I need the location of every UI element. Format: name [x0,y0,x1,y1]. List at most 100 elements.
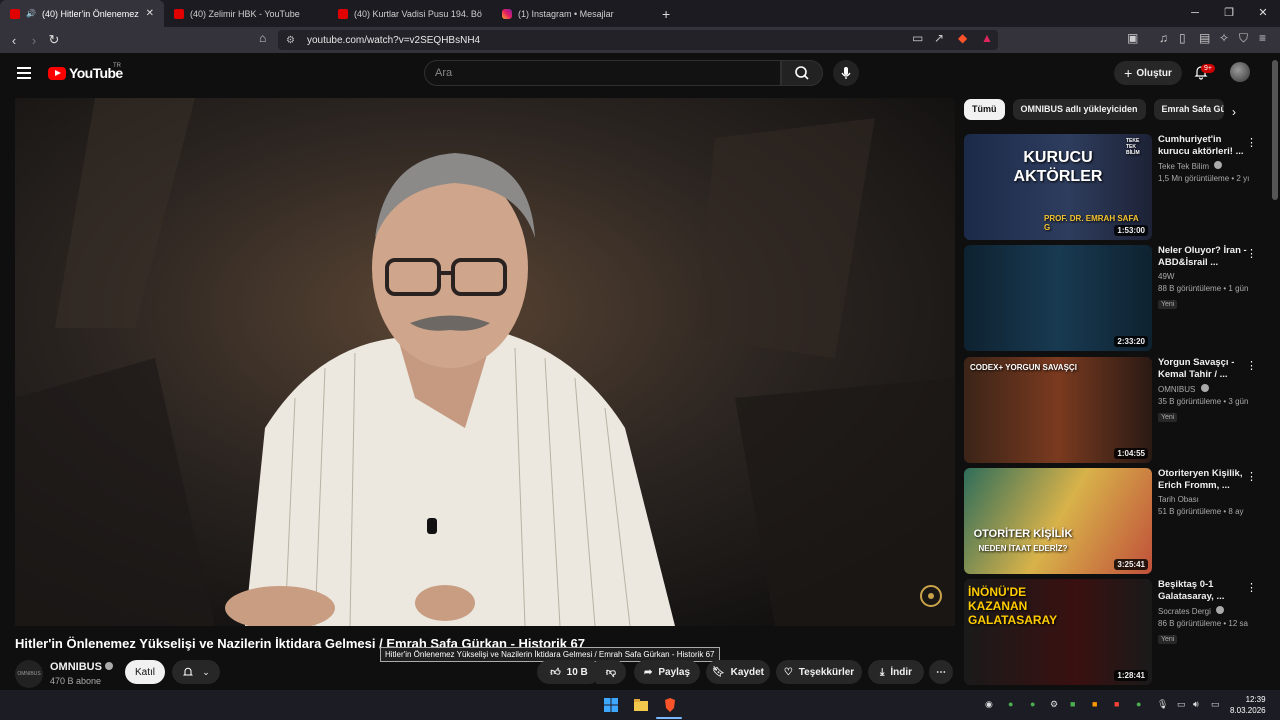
recommendation-item[interactable]: KURUCU AKTÖRLER PROF. DR. EMRAH SAFA G T… [964,134,1260,240]
forward-icon[interactable]: › [24,33,44,48]
thumbs-down-icon: 👎︎ [605,667,617,678]
new-badge: Yeni [1158,300,1178,309]
recommendation-meta: 51 B görüntüleme • 8 ay [1158,507,1244,516]
speaker-icon[interactable]: 🔊 [26,9,36,18]
youtube-logo[interactable]: YouTube TR [48,63,123,81]
download-button[interactable]: ⤓ İndir [868,660,924,684]
leo-ai-icon[interactable]: ✧ [1219,31,1229,45]
chip-related[interactable]: Emrah Safa Gür [1153,99,1224,120]
new-tab-button[interactable]: + [662,6,670,22]
volume-icon[interactable]: 🔊︎ [1193,699,1199,710]
file-explorer-icon[interactable] [633,697,649,713]
close-tab-icon[interactable]: ✕ [146,8,154,19]
site-info-icon[interactable]: ⚙ [286,35,295,46]
bookmark-icon[interactable]: ⌂ [259,31,266,45]
minimize-icon[interactable]: ─ [1178,0,1212,27]
youtube-play-icon [48,66,66,80]
share-icon[interactable]: ↗ [934,31,944,45]
account-avatar[interactable] [1230,62,1250,82]
tray-app-icon[interactable]: ⚙ [1050,699,1058,710]
vpn-icon[interactable]: ⛉ [1239,31,1248,46]
brave-rewards-icon[interactable]: ▲ [981,31,993,45]
browser-tab-4[interactable]: (1) Instagram • Mesajlar [492,0,656,27]
channel-name[interactable]: OMNIBUS [50,661,113,673]
tray-app-icon[interactable]: ● [1030,699,1035,709]
more-vertical-icon[interactable]: ⋮ [1246,470,1257,483]
sidebar-icon[interactable]: ▯ [1179,31,1186,45]
recommendation-channel-name: Teke Tek Bilim [1158,162,1209,171]
thumbnail-subtitle: NEDEN İTAAT EDERİZ? [978,544,1068,553]
chip-all[interactable]: Tümü [964,99,1005,120]
video-thumbnail[interactable]: 2:33:20 [964,245,1152,351]
address-bar[interactable]: ⚙ youtube.com/watch?v=v2SEQHBsNH4 [278,30,998,50]
recommendation-item[interactable]: İNÖNÜ'DE KAZANAN GALATASARAY 1:28:41 Beş… [964,579,1260,685]
more-vertical-icon[interactable]: ⋮ [1246,581,1257,594]
menu-icon[interactable]: ≡ [1259,31,1266,45]
screenshot-icon[interactable]: ▣ [1127,31,1138,45]
page-scrollbar[interactable] [1272,60,1278,200]
more-vertical-icon[interactable]: ⋮ [1246,359,1257,372]
reload-icon[interactable]: ↻ [44,32,64,48]
windows-start-icon[interactable] [603,697,619,713]
tray-app-icon[interactable]: ■ [1092,699,1097,709]
brave-browser-icon[interactable] [662,697,678,713]
video-thumbnail[interactable]: KURUCU AKTÖRLER PROF. DR. EMRAH SAFA G T… [964,134,1152,240]
recommendation-title: Otoriteryen Kişilik, Erich Fromm, ... [1158,468,1243,491]
download-icon: ⤓ [879,666,885,678]
dislike-button[interactable]: 👎︎ [596,660,626,684]
close-window-icon[interactable]: ✕ [1246,0,1280,27]
video-overlay-button[interactable] [920,585,942,607]
tray-app-icon[interactable]: ● [1136,699,1141,709]
share-button[interactable]: ➦ Paylaş [634,660,700,684]
tray-app-icon[interactable]: ■ [1070,699,1075,709]
system-clock[interactable]: 12:39 8.03.2026 [1230,694,1266,716]
browser-tab-1[interactable]: 🔊 (40) Hitler'in Önlenemez Yükse ✕ [0,0,164,27]
create-button[interactable]: + Oluştur [1114,61,1182,85]
join-button[interactable]: Katıl [125,660,165,684]
save-button[interactable]: 🔖︎ Kaydet [706,660,770,684]
more-horizontal-icon: ⋯ [936,666,946,678]
music-icon[interactable]: ♫ [1159,31,1168,45]
bookmark-icon: 🔖︎ [711,666,725,678]
browser-tab-2[interactable]: (40) Zelimir HBK - YouTube [164,0,328,27]
thanks-button[interactable]: ♡ Teşekkürler [776,660,862,684]
recommendation-title: Cumhuriyet'in kurucu aktörleri! ... [1158,134,1244,157]
video-thumbnail[interactable]: CODEX+ YORGUN SAVAŞÇI 1:04:55 [964,357,1152,463]
search-button[interactable] [781,60,823,86]
brave-shield-icon[interactable]: ◆ [958,31,967,45]
video-thumbnail[interactable]: İNÖNÜ'DE KAZANAN GALATASARAY 1:28:41 [964,579,1152,685]
channel-avatar[interactable]: OMNIBUS [15,660,43,688]
tray-app-icon[interactable]: ■ [1114,699,1119,709]
recommendation-item[interactable]: CODEX+ YORGUN SAVAŞÇI 1:04:55 Yorgun Sav… [964,357,1260,463]
search-input[interactable]: Ara [424,60,781,86]
windows-taskbar: ◉ ● ● ⚙ ■ ■ ■ ● 🎙︎ ▭ 🔊︎ ▭ 12:39 8.03.202… [0,690,1280,720]
tray-app-icon[interactable]: ● [1008,699,1013,709]
like-button[interactable]: 👍︎ 10 B [537,660,601,684]
hamburger-menu-icon[interactable] [17,67,31,79]
voice-search-button[interactable] [833,60,859,86]
more-actions-button[interactable]: ⋯ [929,660,953,684]
duration-badge: 1:28:41 [1114,670,1148,681]
chip-uploader[interactable]: OMNIBUS adlı yükleyiciden [1012,99,1146,120]
network-icon[interactable]: ▭ [1177,699,1186,710]
wallet-icon[interactable]: ▤ [1199,31,1210,45]
video-thumbnail[interactable]: OTORİTER KİŞİLİK NEDEN İTAAT EDERİZ? 3:2… [964,468,1152,574]
video-player[interactable] [15,98,955,626]
video-frame-image [15,98,955,626]
recommendation-item[interactable]: OTORİTER KİŞİLİK NEDEN İTAAT EDERİZ? 3:2… [964,468,1260,574]
recommendation-title: Beşiktaş 0-1 Galatasaray, ... [1158,579,1225,602]
recommendation-item[interactable]: 2:33:20 Neler Oluyor? İran - ABD&İsrail … [964,245,1260,351]
more-vertical-icon[interactable]: ⋮ [1246,247,1257,260]
browser-tab-3[interactable]: (40) Kurtlar Vadisi Pusu 194. Bölüm - [328,0,492,27]
microphone-icon[interactable]: 🎙︎ [1157,699,1168,710]
back-icon[interactable]: ‹ [4,33,24,48]
more-vertical-icon[interactable]: ⋮ [1246,136,1257,149]
recommendation-channel: 49W [1158,272,1175,281]
clock-date: 8.03.2026 [1230,706,1266,715]
subscription-notification-button[interactable]: ⌄ [172,660,220,684]
tray-app-icon[interactable]: ◉ [985,699,993,710]
cast-icon[interactable]: ▭ [912,31,923,45]
chevron-right-icon[interactable]: › [1232,105,1236,119]
restore-icon[interactable]: ❐ [1212,0,1246,27]
battery-icon[interactable]: ▭ [1211,699,1220,710]
